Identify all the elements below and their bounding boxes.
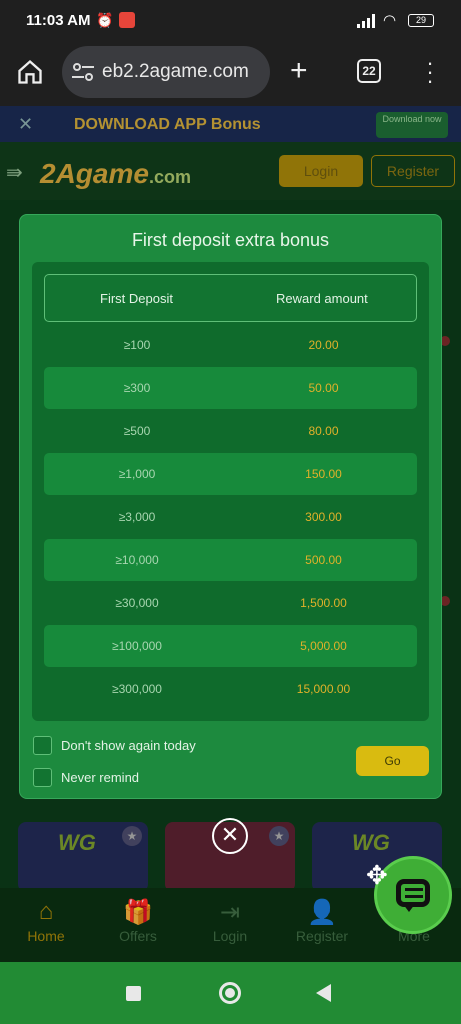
dont-show-today-checkbox[interactable]	[33, 736, 52, 755]
never-remind-checkbox[interactable]	[33, 768, 52, 787]
plus-icon[interactable]: +	[290, 56, 308, 86]
reward-cell: 5,000.00	[300, 639, 347, 653]
deposit-cell: ≥500	[123, 424, 151, 438]
reward-cell: 50.00	[308, 381, 339, 395]
recents-icon[interactable]	[126, 986, 141, 1001]
alarm-icon: ⏰	[96, 12, 114, 28]
deposit-cell: ≥3,000	[118, 510, 156, 524]
deposit-cell: ≥300,000	[112, 682, 162, 696]
table-row: ≥1,000 150.00	[44, 453, 417, 495]
status-time: 11:03 AM	[26, 12, 91, 29]
wifi-icon: ◠	[383, 12, 397, 29]
deposit-cell: ≥1,000	[118, 467, 156, 481]
reward-cell: 1,500.00	[300, 596, 347, 610]
table-header: First Deposit Reward amount	[44, 274, 417, 322]
home-button-icon[interactable]	[219, 982, 241, 1004]
table-row: ≥30,000 1,500.00	[44, 582, 417, 624]
table-row: ≥3,000 300.00	[44, 496, 417, 538]
deposit-cell: ≥300	[123, 381, 151, 395]
close-icon[interactable]: ✕	[212, 818, 248, 854]
table-row: ≥500 80.00	[44, 410, 417, 452]
table-row: ≥100 20.00	[44, 324, 417, 366]
table-row: ≥100,000 5,000.00	[44, 625, 417, 667]
deposit-cell: ≥100	[123, 338, 151, 352]
never-remind-label: Never remind	[61, 770, 140, 785]
reward-cell: 500.00	[305, 553, 342, 567]
modal-title: First deposit extra bonus	[131, 230, 330, 250]
signal-icon	[357, 14, 375, 28]
go-button[interactable]: Go	[356, 746, 429, 776]
reward-cell: 80.00	[308, 424, 339, 438]
header-reward-amount: Reward amount	[276, 291, 368, 306]
tabs-icon[interactable]: 22	[357, 59, 381, 83]
table-row: ≥300 50.00	[44, 367, 417, 409]
reward-cell: 15,000.00	[296, 682, 351, 696]
bonus-table: First Deposit Reward amount ≥100 20.00 ≥3…	[32, 262, 429, 721]
address-bar[interactable]: eb2.2agame.com	[62, 46, 270, 98]
system-nav-bar	[0, 962, 461, 1024]
dont-show-today-label: Don't show again today	[61, 738, 196, 753]
reward-cell: 150.00	[305, 467, 342, 481]
reward-cell: 20.00	[308, 338, 339, 352]
tune-icon[interactable]	[72, 62, 94, 82]
status-bar: 11:03 AM ⏰ ◠ 29	[0, 0, 461, 42]
url-text: eb2.2agame.com	[102, 61, 249, 82]
move-icon[interactable]: ✥	[366, 860, 388, 891]
header-first-deposit: First Deposit	[100, 291, 173, 306]
back-icon[interactable]	[316, 984, 331, 1002]
reward-cell: 300.00	[305, 510, 342, 524]
deposit-cell: ≥30,000	[115, 596, 159, 610]
battery-icon: 29	[408, 14, 434, 27]
table-row: ≥300,000 15,000.00	[44, 668, 417, 710]
browser-toolbar: eb2.2agame.com + 22 · · ·	[0, 42, 461, 106]
deposit-cell: ≥100,000	[112, 639, 162, 653]
notification-icon	[119, 12, 135, 28]
bonus-modal: First deposit extra bonus First Deposit …	[19, 214, 442, 799]
kebab-menu-icon[interactable]: · · ·	[424, 52, 436, 92]
deposit-cell: ≥10,000	[115, 553, 159, 567]
table-row: ≥10,000 500.00	[44, 539, 417, 581]
home-icon[interactable]	[16, 58, 46, 88]
chat-lines	[405, 888, 423, 898]
